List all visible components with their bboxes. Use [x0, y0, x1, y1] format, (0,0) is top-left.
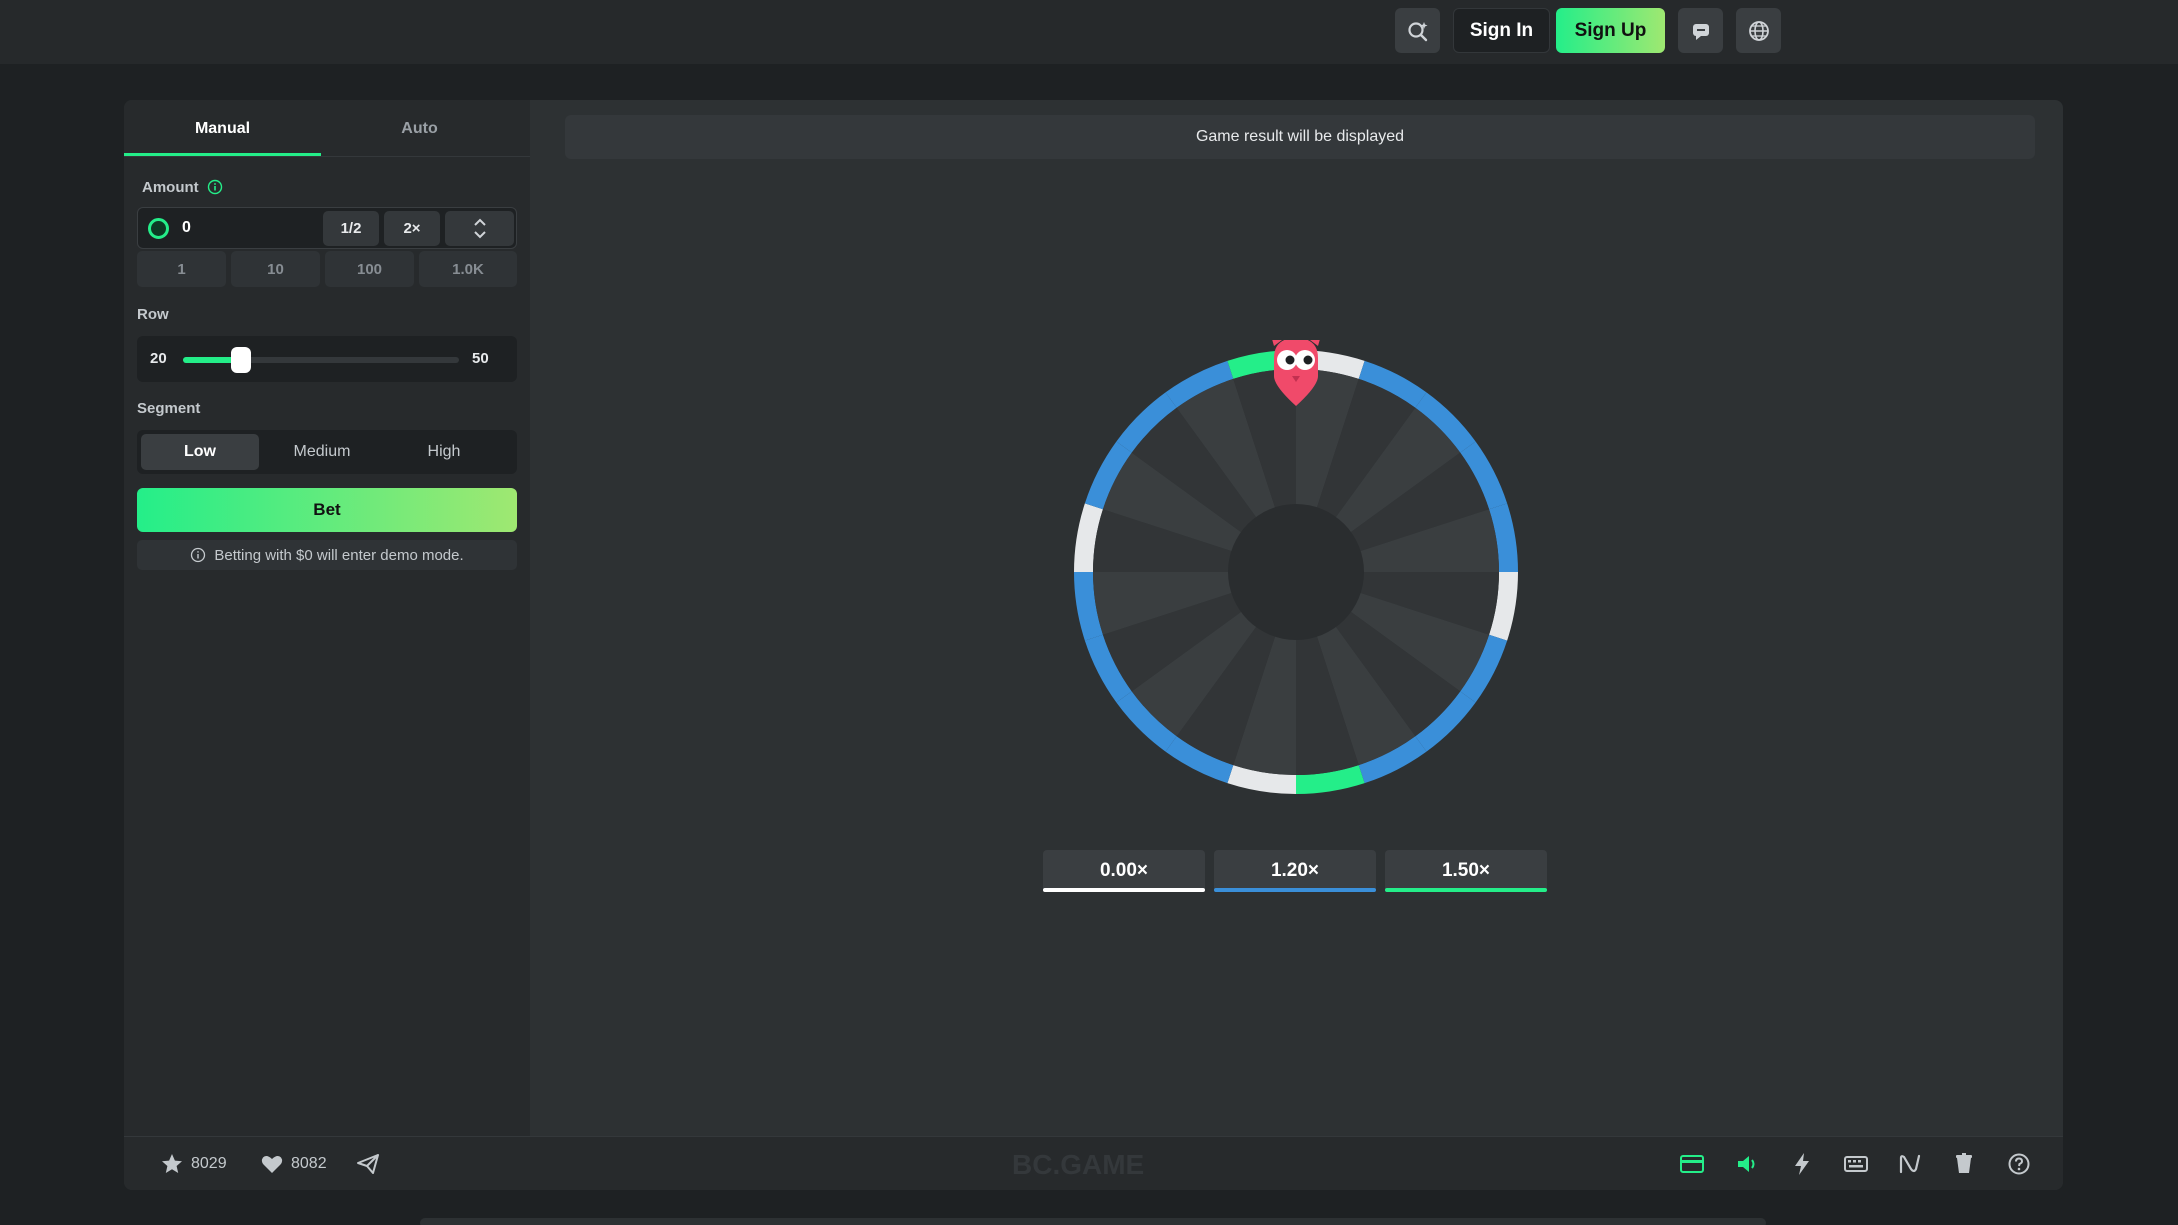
amount-label: Amount — [142, 179, 223, 196]
row-label: Row — [137, 306, 169, 323]
multiplier-color-bar — [1214, 888, 1376, 892]
sound-button[interactable] — [1734, 1151, 1760, 1177]
bet-panel: Manual Auto Amount 0 1/2 2× 1 10 100 1.0… — [124, 100, 530, 1136]
segment-selector: Low Medium High — [137, 430, 517, 474]
like-button[interactable]: 8082 — [260, 1152, 327, 1176]
game-result-bar: Game result will be displayed — [565, 115, 2035, 159]
sign-up-button[interactable]: Sign Up — [1556, 8, 1665, 53]
multiplier-chip-2: 1.50× — [1385, 850, 1547, 892]
bet-button[interactable]: Bet — [137, 488, 517, 532]
chevron-up-icon[interactable] — [473, 218, 487, 227]
amount-input[interactable]: 0 — [182, 219, 191, 237]
row-slider-handle[interactable] — [231, 347, 251, 373]
double-button[interactable]: 2× — [384, 211, 440, 246]
multiplier-chip-0: 0.00× — [1043, 850, 1205, 892]
favorite-button[interactable]: 8029 — [160, 1152, 227, 1176]
row-max-label: 50 — [472, 350, 489, 367]
turbo-button[interactable] — [1789, 1151, 1815, 1177]
tab-auto[interactable]: Auto — [321, 100, 518, 157]
sign-in-button[interactable]: Sign In — [1453, 8, 1550, 53]
segment-low[interactable]: Low — [141, 434, 259, 470]
star-icon — [162, 1154, 182, 1173]
amount-input-box: 0 1/2 2× — [137, 207, 517, 249]
globe-icon — [1748, 20, 1769, 41]
stats-button[interactable] — [1897, 1151, 1923, 1177]
chevron-down-icon[interactable] — [473, 230, 487, 239]
quick-amount-1k[interactable]: 1.0K — [419, 251, 517, 287]
game-card: Manual Auto Amount 0 1/2 2× 1 10 100 1.0… — [124, 100, 2063, 1190]
row-slider[interactable] — [183, 347, 459, 373]
sound-icon — [1738, 1156, 1755, 1172]
help-button[interactable] — [2006, 1151, 2032, 1177]
active-tab-indicator — [124, 153, 321, 156]
mode-tabs: Manual Auto — [124, 100, 530, 157]
card-button[interactable] — [1679, 1151, 1705, 1177]
row-slider-box: 20 50 — [137, 336, 517, 382]
demo-mode-note: Betting with $0 will enter demo mode. — [137, 540, 517, 570]
game-footer: 8029 8082 BC.GAME — [124, 1136, 2063, 1190]
send-icon — [357, 1154, 379, 1174]
favorites-count: 8029 — [191, 1155, 227, 1172]
bolt-icon — [1795, 1153, 1809, 1175]
wheel — [1074, 340, 1518, 794]
segment-label: Segment — [137, 400, 201, 417]
keyboard-icon — [1844, 1156, 1868, 1172]
brand-logo: BC.GAME — [1012, 1149, 1145, 1180]
quick-amount-1[interactable]: 1 — [137, 251, 226, 287]
search-icon — [1407, 21, 1427, 41]
row-min-label: 20 — [150, 350, 167, 367]
heart-icon — [261, 1156, 283, 1173]
chart-icon — [1899, 1154, 1921, 1174]
multiplier-color-bar — [1043, 888, 1205, 892]
amount-stepper[interactable] — [445, 211, 514, 246]
quick-amount-100[interactable]: 100 — [325, 251, 414, 287]
top-bar: Sign In Sign Up — [0, 0, 2178, 64]
share-button[interactable] — [356, 1152, 380, 1176]
hotkeys-button[interactable] — [1843, 1151, 1869, 1177]
half-button[interactable]: 1/2 — [323, 211, 379, 246]
bottom-strip — [420, 1218, 1766, 1225]
segment-high[interactable]: High — [385, 434, 503, 470]
multiplier-color-bar — [1385, 888, 1547, 892]
likes-count: 8082 — [291, 1155, 327, 1172]
info-icon — [191, 547, 206, 563]
fairness-button[interactable] — [1951, 1151, 1977, 1177]
chat-button[interactable] — [1678, 8, 1723, 53]
tab-manual[interactable]: Manual — [124, 100, 321, 157]
multiplier-chip-1: 1.20× — [1214, 850, 1376, 892]
help-icon — [2008, 1153, 2030, 1175]
currency-icon — [148, 218, 169, 239]
wheel-hub — [1228, 504, 1364, 640]
language-button[interactable] — [1736, 8, 1781, 53]
card-icon — [1680, 1155, 1704, 1173]
quick-amount-10[interactable]: 10 — [231, 251, 320, 287]
segment-medium[interactable]: Medium — [263, 434, 381, 470]
demo-mode-text: Betting with $0 will enter demo mode. — [214, 546, 464, 564]
shield-icon — [1956, 1153, 1972, 1173]
chat-icon — [1692, 23, 1709, 40]
info-icon[interactable] — [207, 179, 223, 195]
search-button[interactable] — [1395, 8, 1440, 53]
